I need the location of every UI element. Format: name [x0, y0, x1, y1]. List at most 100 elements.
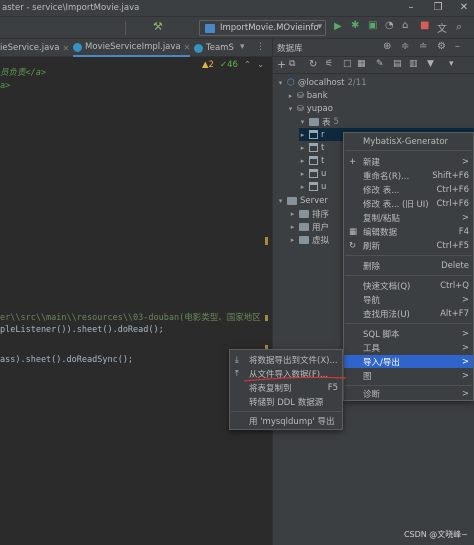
properties-icon[interactable]: ⚟ [325, 59, 333, 69]
folder-icon [299, 235, 309, 244]
run-icon[interactable]: ▶ [334, 21, 342, 32]
minimize-icon[interactable]: – [405, 2, 417, 14]
debug-icon[interactable]: ✱ [351, 20, 359, 31]
code-editor[interactable]: ▲2 ✓46 ⌃ ⌄ 员负责</a> a> er\\src\\main\\res… [0, 57, 272, 545]
menu-separator [231, 411, 341, 412]
chevron-up-icon[interactable]: ⌃ [244, 60, 251, 70]
hide-panel-icon[interactable]: – [455, 41, 460, 52]
menu-item-diagnostics[interactable]: 诊断 > [344, 387, 473, 400]
java-class-icon [205, 24, 215, 33]
expand-all-icon[interactable]: ≐ [419, 41, 427, 52]
menu-item-diagrams[interactable]: 图 > [344, 369, 473, 382]
chevron-right-icon[interactable]: ▸ [299, 170, 306, 178]
tree-node-collations[interactable]: ▸ 排序 [289, 207, 329, 220]
chevron-down-icon[interactable]: ▾ [277, 197, 284, 205]
chevron-down-icon[interactable]: ⌄ [257, 60, 264, 70]
profile-icon[interactable]: ◔ [385, 20, 394, 31]
menu-item-modify-table-old-ui[interactable]: 修改 表... (旧 UI) Ctrl+F6 [344, 197, 473, 210]
tree-node-label: bank [306, 90, 328, 101]
translate-icon[interactable]: 文 [437, 20, 447, 35]
close-icon[interactable]: ✕ [184, 43, 191, 52]
collapse-all-icon[interactable]: ≑ [401, 41, 409, 52]
menu-item-refresh[interactable]: ↻ 刷新 Ctrl+F5 [344, 239, 473, 252]
build-hammer-icon[interactable]: ⚒ [153, 20, 163, 33]
close-icon[interactable]: ✕ [63, 44, 70, 53]
close-window-icon[interactable]: ✕ [458, 2, 470, 14]
tree-node-users[interactable]: ▸ 用户 [289, 220, 329, 233]
chevron-right-icon[interactable]: ▸ [287, 92, 294, 100]
restore-icon[interactable]: ❐ [432, 2, 444, 14]
menu-item-new[interactable]: + 新建 > [344, 155, 473, 168]
duplicate-icon[interactable]: ⧉ [289, 59, 295, 69]
chevron-right-icon[interactable]: ▸ [299, 144, 306, 152]
stop-icon[interactable]: □ [343, 59, 352, 69]
tree-node-table[interactable]: ▸ u [299, 180, 327, 193]
attach-icon[interactable]: ⌂ [402, 20, 408, 31]
chevron-right-icon[interactable]: ▸ [299, 183, 306, 191]
view-options-icon[interactable]: ▾ [449, 59, 454, 69]
schema-icon: ⛁ [297, 91, 304, 100]
code-line: pleListener()).sheet().doRead(); [0, 325, 164, 335]
tab-ieservice[interactable]: ieService.java ✕ [0, 39, 69, 57]
globe-icon[interactable]: ⊕ [383, 41, 391, 52]
tree-node-tables[interactable]: ▾ 表 5 [299, 115, 339, 128]
menu-item-sql-scripts[interactable]: SQL 脚本 > [344, 327, 473, 340]
filter-icon[interactable]: ▼ [427, 59, 434, 69]
menu-item-dump-to-ddl[interactable]: 转储到 DDL 数据源 [230, 395, 342, 408]
edit-icon[interactable]: ✎ [376, 59, 384, 69]
tree-node-badge: 5 [333, 116, 339, 127]
table-icon [309, 156, 318, 165]
chevron-down-icon[interactable]: ▾ [299, 118, 306, 126]
tree-node-server[interactable]: ▾ Server [277, 194, 328, 207]
menu-item-edit-data[interactable]: ▦ 编辑数据 F4 [344, 225, 473, 238]
main-toolbar: ⚒ ImportMovie.MOvieinfo ▾ ▶ ✱ ▣ ◔ ⌂ ■ 文 … [0, 17, 474, 39]
title-bar: aster - service\ImportMovie.java – ❐ ✕ [0, 0, 474, 17]
window-title: aster - service\ImportMovie.java [2, 3, 140, 13]
chevron-right-icon[interactable]: ▸ [289, 223, 296, 231]
query-icon[interactable]: ▥ [409, 59, 418, 69]
menu-item-delete[interactable]: 删除 Delete [344, 259, 473, 272]
tree-node-bank[interactable]: ▸ ⛁ bank [287, 89, 328, 102]
tree-node-localhost[interactable]: ▾ ⬡ @localhost 2/11 [277, 76, 367, 89]
tree-node-label: @localhost [297, 77, 345, 88]
chevron-right-icon[interactable]: ▸ [289, 210, 296, 218]
menu-item-navigate[interactable]: 导航 > [344, 293, 473, 306]
refresh-icon[interactable]: ↻ [309, 59, 317, 70]
tree-node-virtual[interactable]: ▸ 虚拟 [289, 233, 329, 246]
settings-gear-icon[interactable]: ⚙ [437, 41, 446, 52]
coverage-icon[interactable]: ▣ [368, 20, 377, 31]
menu-item-export-mysqldump[interactable]: 用 'mysqldump' 导出 [230, 414, 342, 427]
table-icon [309, 130, 318, 139]
search-everywhere-icon[interactable]: ⌕ [456, 20, 462, 34]
menu-item-find-usages[interactable]: 查找用法(U) Alt+F7 [344, 307, 473, 320]
add-icon[interactable]: + [277, 58, 286, 71]
console-icon[interactable]: ▤ [393, 59, 402, 69]
menu-item-mybatisx-generator[interactable]: MybatisX-Generator [344, 135, 473, 148]
menu-item-export-data-to-file[interactable]: ⤓ 将数据导出到文件(X)... [230, 353, 342, 366]
tree-node-yupao[interactable]: ▾ ⛁ yupao [287, 102, 333, 115]
gutter-marker [265, 237, 268, 245]
tree-node-table[interactable]: ▸ u [299, 167, 327, 180]
more-icon[interactable]: ⋮ [256, 42, 265, 52]
menu-item-quick-doc[interactable]: 快速文档(Q) Ctrl+Q [344, 279, 473, 292]
table-editor-icon[interactable]: ▦ [357, 59, 366, 69]
tab-movieserviceimpl[interactable]: MovieServiceImpl.java ✕ [73, 39, 191, 57]
tabs-overflow-icon[interactable]: ▾ [240, 42, 245, 52]
menu-item-copy-paste[interactable]: 复制/粘贴 > [344, 211, 473, 224]
stop-icon[interactable]: ■ [420, 20, 429, 31]
tab-teams[interactable]: TeamS [194, 39, 234, 57]
chevron-right-icon[interactable]: ▸ [299, 131, 306, 139]
table-grid-icon: ▦ [349, 226, 358, 237]
menu-item-rename[interactable]: 重命名(R)... Shift+F6 [344, 169, 473, 182]
chevron-down-icon[interactable]: ▾ [287, 105, 294, 113]
menu-item-modify-table[interactable]: 修改 表... Ctrl+F6 [344, 183, 473, 196]
chevron-down-icon[interactable]: ▾ [277, 79, 284, 87]
menu-item-tools[interactable]: 工具 > [344, 341, 473, 354]
run-configuration-select[interactable]: ImportMovie.MOvieinfo ▾ [199, 20, 326, 36]
tree-node-table[interactable]: ▸ t [299, 154, 325, 167]
tree-node-table[interactable]: ▸ t [299, 141, 325, 154]
chevron-right-icon[interactable]: ▸ [289, 236, 296, 244]
menu-item-import-export[interactable]: 导入/导出 > [344, 355, 473, 368]
chevron-right-icon[interactable]: ▸ [299, 157, 306, 165]
inspection-widget[interactable]: ▲2 ✓46 ⌃ ⌄ [202, 60, 264, 70]
